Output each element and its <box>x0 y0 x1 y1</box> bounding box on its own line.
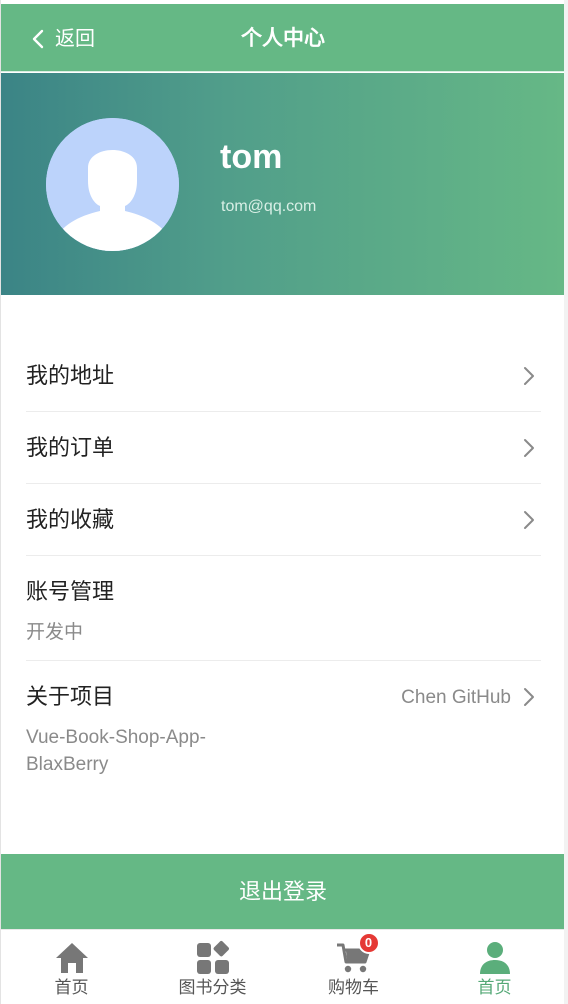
category-grid-icon <box>196 941 229 974</box>
default-user-avatar-icon <box>46 118 179 251</box>
tab-label: 首页 <box>477 978 512 997</box>
menu-item-label: 我的地址 <box>26 363 115 388</box>
menu-item-account[interactable]: 账号管理 开发中 <box>26 556 541 661</box>
tab-label: 购物车 <box>328 978 379 997</box>
avatar[interactable] <box>46 118 179 251</box>
github-link[interactable]: Chen GitHub <box>401 685 511 711</box>
app-frame: 返回 个人中心 tom tom@qq.com 我的地址 我的订单 我的收藏 账号… <box>0 0 564 1004</box>
user-icon <box>479 942 510 974</box>
profile-menu: 我的地址 我的订单 我的收藏 账号管理 开发中 关于项目 Chen GitHub… <box>26 340 541 775</box>
profile-header: tom tom@qq.com <box>1 73 564 295</box>
logout-button[interactable]: 退出登录 <box>1 854 564 929</box>
tab-label: 首页 <box>54 978 89 997</box>
menu-item-address[interactable]: 我的地址 <box>26 340 541 412</box>
chevron-right-icon <box>524 367 534 385</box>
chevron-right-icon <box>524 511 534 529</box>
menu-item-about[interactable]: 关于项目 Chen GitHub Vue-Book-Shop-App- Blax… <box>26 661 541 775</box>
page-title: 个人中心 <box>241 27 325 50</box>
menu-item-favorites[interactable]: 我的收藏 <box>26 484 541 556</box>
tab-home[interactable]: 首页 <box>1 930 142 1004</box>
home-icon <box>55 943 88 973</box>
tab-category[interactable]: 图书分类 <box>142 930 283 1004</box>
menu-item-label: 我的收藏 <box>26 507 115 532</box>
tab-label: 图书分类 <box>178 978 247 997</box>
menu-item-orders[interactable]: 我的订单 <box>26 412 541 484</box>
menu-item-label: 我的订单 <box>26 435 115 460</box>
user-email: tom@qq.com <box>221 198 317 215</box>
project-name-line2: BlaxBerry <box>26 754 109 775</box>
chevron-right-icon <box>524 439 534 457</box>
menu-item-label: 账号管理 <box>26 579 115 604</box>
project-name: Vue-Book-Shop-App- BlaxBerry <box>26 724 286 778</box>
tab-cart[interactable]: 0 购物车 <box>283 930 424 1004</box>
tab-bar: 首页 图书分类 0 购物车 首页 <box>1 929 564 1004</box>
menu-item-label: 关于项目 <box>26 684 115 709</box>
menu-item-sublabel: 开发中 <box>26 622 84 643</box>
nav-bar: 返回 个人中心 <box>1 4 564 72</box>
project-name-line1: Vue-Book-Shop-App- <box>26 727 206 748</box>
username: tom <box>220 138 283 176</box>
cart-badge: 0 <box>357 932 380 954</box>
tab-profile[interactable]: 首页 <box>424 930 564 1004</box>
chevron-right-icon <box>524 688 534 706</box>
